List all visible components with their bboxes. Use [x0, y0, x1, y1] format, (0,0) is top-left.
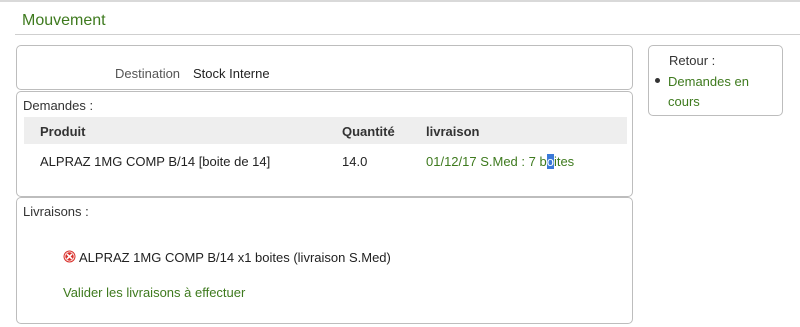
text-selection: o [546, 154, 554, 169]
column-header-livraison: livraison [426, 124, 480, 139]
retour-label: Retour : [669, 53, 716, 68]
bullet-icon [655, 78, 660, 83]
destination-label: Destination [115, 66, 181, 81]
valider-livraisons-link[interactable]: Valider les livraisons à effectuer [63, 285, 245, 300]
destination-panel: Destination Stock Interne [16, 45, 633, 90]
title-divider [15, 34, 800, 35]
cell-livraison-link[interactable]: 01/12/17 S.Med : 7 boites [426, 154, 574, 169]
livraisons-label: Livraisons : [23, 204, 89, 219]
demandes-table-header: Produit Quantité livraison [24, 117, 627, 144]
demandes-en-cours-link[interactable]: Demandes en cours [668, 72, 773, 112]
retour-panel: Retour : Demandes en cours [648, 45, 783, 116]
page-title: Mouvement [22, 12, 106, 29]
livraison-item-text: ALPRAZ 1MG COMP B/14 x1 boites (livraiso… [79, 250, 391, 265]
livraison-text-after: ites [553, 154, 575, 169]
column-header-produit: Produit [40, 124, 86, 139]
column-header-quantite: Quantité [342, 124, 395, 139]
livraison-text-before: 01/12/17 S.Med : 7 b [426, 154, 547, 169]
table-row: ALPRAZ 1MG COMP B/14 [boite de 14] 14.0 … [24, 152, 627, 176]
livraisons-panel: Livraisons : ALPRAZ 1MG COMP B/14 x1 boi… [16, 197, 633, 324]
destination-value: Stock Interne [193, 66, 270, 81]
cell-produit: ALPRAZ 1MG COMP B/14 [boite de 14] [40, 154, 271, 169]
cell-quantite: 14.0 [342, 154, 368, 169]
top-border [0, 0, 800, 2]
demandes-panel: Demandes : Produit Quantité livraison AL… [16, 91, 633, 197]
remove-icon[interactable] [63, 250, 76, 263]
demandes-label: Demandes : [23, 98, 94, 113]
